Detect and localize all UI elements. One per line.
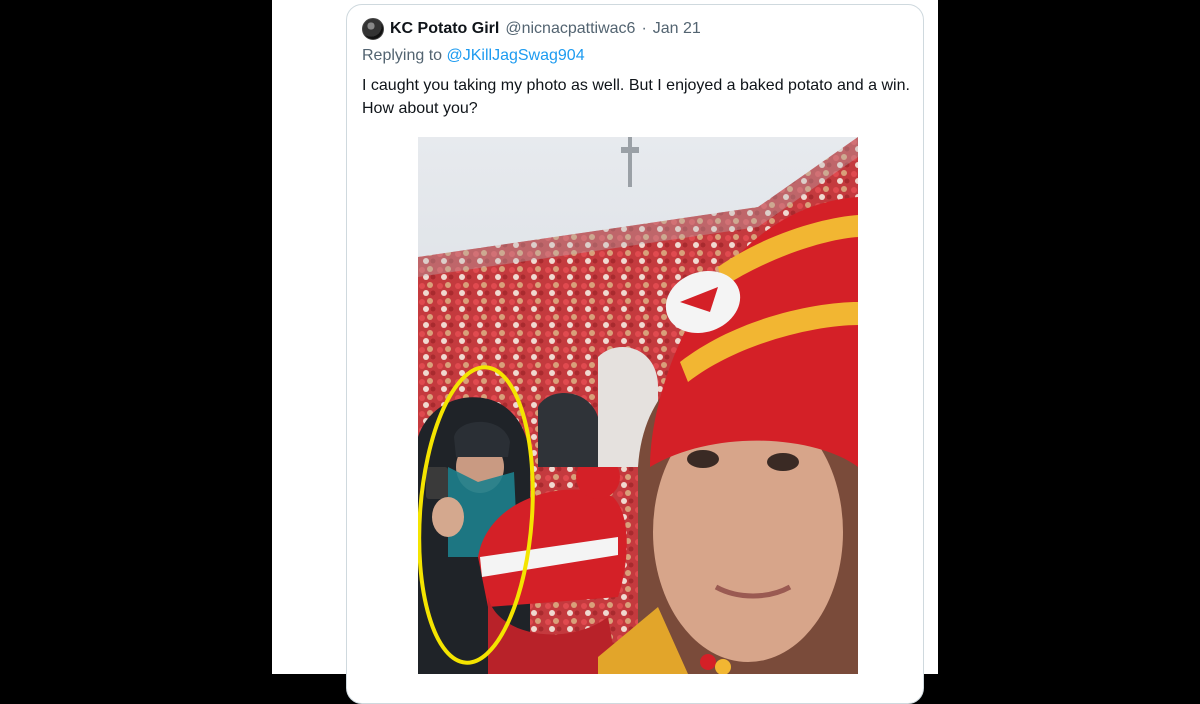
separator-dot: · [641, 20, 647, 37]
user-handle[interactable]: @nicnacpattiwac6 [505, 20, 635, 38]
tweet-date[interactable]: Jan 21 [653, 20, 701, 38]
reply-mention-link[interactable]: @JKillJagSwag904 [447, 47, 585, 64]
tweet-header: KC Potato Girl @nicnacpattiwac6 · Jan 21 [362, 18, 701, 40]
display-name[interactable]: KC Potato Girl [390, 20, 499, 38]
replying-to-line: Replying to @JKillJagSwag904 [362, 47, 585, 65]
tweet-photo[interactable] [418, 137, 858, 674]
reply-prefix: Replying to [362, 47, 443, 64]
tweet-text: I caught you taking my photo as well. Bu… [362, 77, 910, 117]
user-avatar-icon[interactable] [362, 18, 384, 40]
